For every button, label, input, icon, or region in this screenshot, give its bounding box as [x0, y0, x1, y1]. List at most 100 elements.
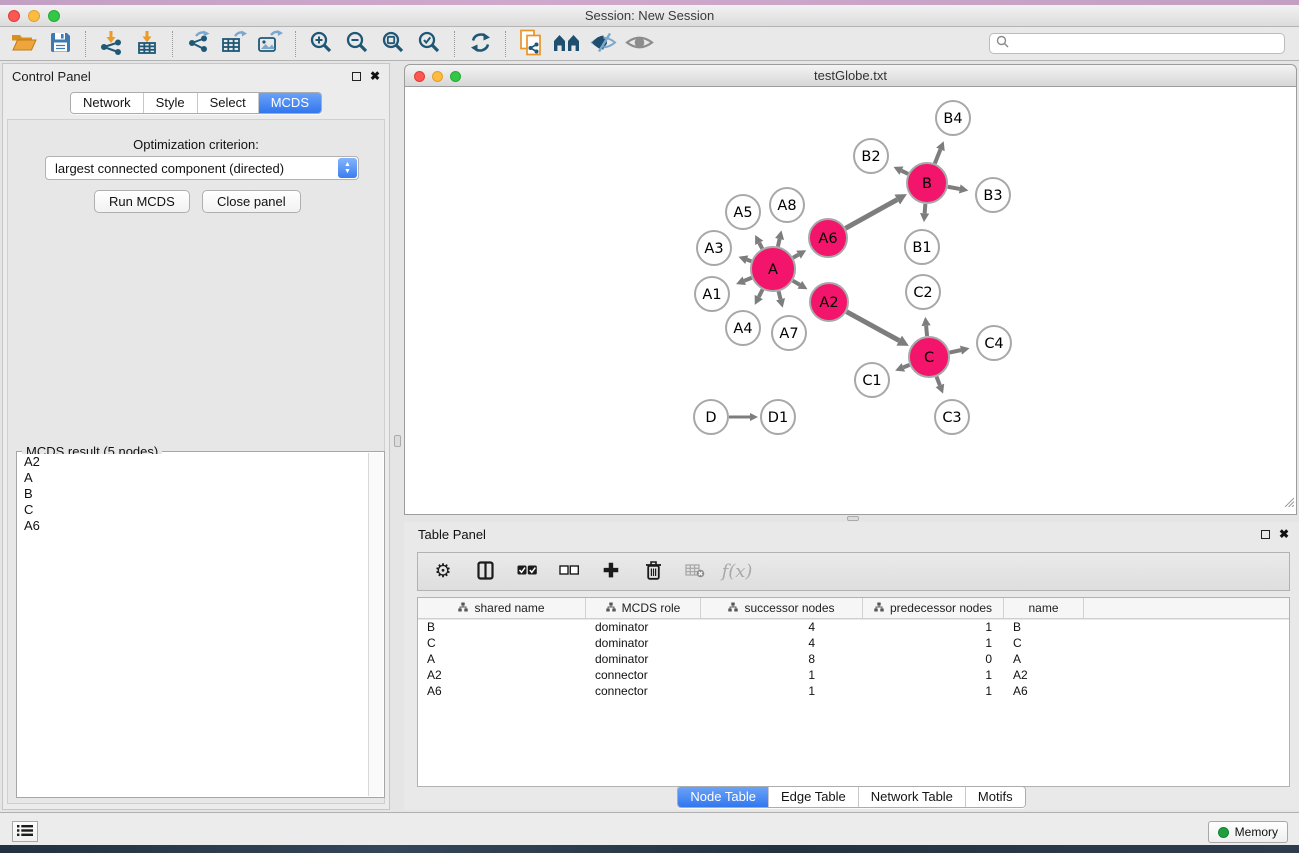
- network-node-A7[interactable]: A7: [772, 316, 806, 350]
- network-node-A1[interactable]: A1: [695, 277, 729, 311]
- table-cell[interactable]: 4: [701, 635, 863, 651]
- close-panel-icon[interactable]: ✖: [370, 71, 380, 81]
- control-tab-style[interactable]: Style: [144, 93, 198, 113]
- export-table-button[interactable]: [216, 29, 252, 59]
- network-canvas[interactable]: AA1A2A3A4A5A6A7A8BB1B2B3B4CC1C2C3C4DD1: [404, 87, 1297, 515]
- edge-A-A1[interactable]: [744, 278, 752, 281]
- zoom-network-button[interactable]: [450, 71, 461, 82]
- table-cell[interactable]: A6: [1004, 683, 1084, 699]
- network-node-B2[interactable]: B2: [854, 139, 888, 173]
- table-cell[interactable]: 1: [701, 683, 863, 699]
- column-header-name[interactable]: name: [1004, 598, 1084, 618]
- close-window-button[interactable]: [8, 10, 20, 22]
- table-tab-network-table[interactable]: Network Table: [859, 787, 966, 807]
- table-cell[interactable]: 1: [863, 667, 1004, 683]
- table-cell[interactable]: 1: [863, 635, 1004, 651]
- table-cell[interactable]: A6: [418, 683, 586, 699]
- network-node-A8[interactable]: A8: [770, 188, 804, 222]
- network-node-C1[interactable]: C1: [855, 363, 889, 397]
- zoom-fit-button[interactable]: [375, 29, 411, 59]
- hide-graphics-details-button[interactable]: [585, 29, 621, 59]
- edge-A-A8[interactable]: [778, 239, 780, 247]
- memory-button[interactable]: Memory: [1208, 821, 1288, 843]
- network-node-B1[interactable]: B1: [905, 230, 939, 264]
- table-cell[interactable]: 1: [701, 667, 863, 683]
- column-header-successor-nodes[interactable]: successor nodes: [701, 598, 863, 618]
- delete-table-button[interactable]: [680, 557, 710, 587]
- table-cell[interactable]: A2: [418, 667, 586, 683]
- network-node-A6[interactable]: A6: [809, 219, 847, 257]
- edge-C-C3[interactable]: [937, 377, 940, 386]
- network-node-C[interactable]: C: [909, 337, 949, 377]
- criterion-select[interactable]: largest connected component (directed) ▲…: [45, 156, 359, 180]
- select-all-columns-button[interactable]: [512, 557, 542, 587]
- table-cell[interactable]: dominator: [586, 651, 701, 667]
- search-field[interactable]: [989, 33, 1285, 54]
- table-cell[interactable]: 8: [701, 651, 863, 667]
- export-network-button[interactable]: [180, 29, 216, 59]
- table-cell[interactable]: B: [1004, 619, 1084, 635]
- network-node-C3[interactable]: C3: [935, 400, 969, 434]
- table-cell[interactable]: connector: [586, 683, 701, 699]
- table-cell[interactable]: A: [1004, 651, 1084, 667]
- import-table-button[interactable]: [129, 29, 165, 59]
- show-graphics-details-button[interactable]: [621, 29, 657, 59]
- table-cell[interactable]: A2: [1004, 667, 1084, 683]
- network-node-A[interactable]: A: [751, 247, 795, 291]
- mcds-result-item[interactable]: A2: [18, 454, 368, 470]
- network-node-B[interactable]: B: [907, 163, 947, 203]
- float-panel-icon[interactable]: [1261, 530, 1270, 539]
- refresh-button[interactable]: [462, 29, 498, 59]
- edge-A6-B[interactable]: [845, 200, 897, 229]
- network-node-B4[interactable]: B4: [936, 101, 970, 135]
- unselect-all-columns-button[interactable]: [554, 557, 584, 587]
- table-cell[interactable]: dominator: [586, 635, 701, 651]
- edge-C-C4[interactable]: [950, 350, 961, 352]
- network-node-C4[interactable]: C4: [977, 326, 1011, 360]
- network-node-C2[interactable]: C2: [906, 275, 940, 309]
- network-node-A4[interactable]: A4: [726, 311, 760, 345]
- clone-network-button[interactable]: [513, 29, 549, 59]
- result-scrollbar[interactable]: [368, 453, 383, 796]
- control-tab-mcds[interactable]: MCDS: [259, 93, 321, 113]
- function-builder-button[interactable]: f(x): [722, 557, 752, 587]
- horizontal-splitter[interactable]: [404, 515, 1299, 522]
- show-columns-button[interactable]: [470, 557, 500, 587]
- minimize-window-button[interactable]: [28, 10, 40, 22]
- table-cell[interactable]: 0: [863, 651, 1004, 667]
- close-network-button[interactable]: [414, 71, 425, 82]
- mcds-result-item[interactable]: C: [18, 502, 368, 518]
- zoom-window-button[interactable]: [48, 10, 60, 22]
- table-cell[interactable]: C: [418, 635, 586, 651]
- task-history-button[interactable]: [12, 821, 38, 842]
- network-node-A5[interactable]: A5: [726, 195, 760, 229]
- edge-B-B4[interactable]: [935, 149, 941, 163]
- table-cell[interactable]: 1: [863, 683, 1004, 699]
- mcds-result-item[interactable]: A: [18, 470, 368, 486]
- edge-A-A5[interactable]: [759, 243, 762, 249]
- table-tab-node-table[interactable]: Node Table: [678, 787, 769, 807]
- table-cell[interactable]: B: [418, 619, 586, 635]
- app-titlebar[interactable]: Session: New Session: [0, 5, 1299, 27]
- table-row[interactable]: A2connector11A2: [418, 667, 1289, 683]
- edge-A-A3[interactable]: [747, 260, 752, 262]
- table-settings-button[interactable]: ⚙: [428, 557, 458, 587]
- edge-B-B3[interactable]: [948, 187, 960, 189]
- edge-A2-C[interactable]: [847, 312, 900, 341]
- table-row[interactable]: Cdominator41C: [418, 635, 1289, 651]
- edge-A-A2[interactable]: [793, 281, 800, 285]
- resize-grip-icon[interactable]: [1282, 494, 1294, 512]
- mcds-result-item[interactable]: B: [18, 486, 368, 502]
- mcds-result-item[interactable]: A6: [18, 518, 368, 534]
- close-panel-button[interactable]: Close panel: [202, 190, 301, 213]
- splitter-handle[interactable]: [847, 516, 859, 521]
- network-node-B3[interactable]: B3: [976, 178, 1010, 212]
- table-row[interactable]: Adominator80A: [418, 651, 1289, 667]
- vertical-splitter[interactable]: [390, 63, 404, 810]
- table-row[interactable]: A6connector11A6: [418, 683, 1289, 699]
- splitter-handle[interactable]: [394, 435, 401, 447]
- column-header-shared-name[interactable]: shared name: [418, 598, 586, 618]
- table-tab-edge-table[interactable]: Edge Table: [769, 787, 859, 807]
- table-cell[interactable]: 4: [701, 619, 863, 635]
- column-header-predecessor-nodes[interactable]: predecessor nodes: [863, 598, 1004, 618]
